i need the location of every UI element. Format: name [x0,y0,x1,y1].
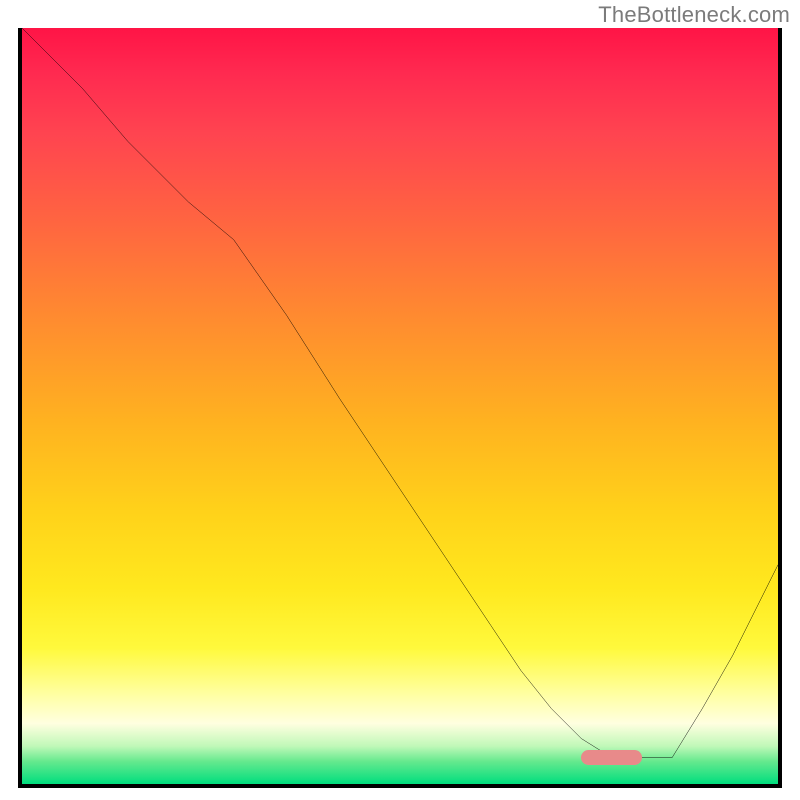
bottleneck-curve [22,28,778,784]
plot-frame [18,28,782,788]
optimal-range-marker [581,750,641,765]
chart-stage: TheBottleneck.com [0,0,800,800]
watermark-text: TheBottleneck.com [598,2,790,28]
